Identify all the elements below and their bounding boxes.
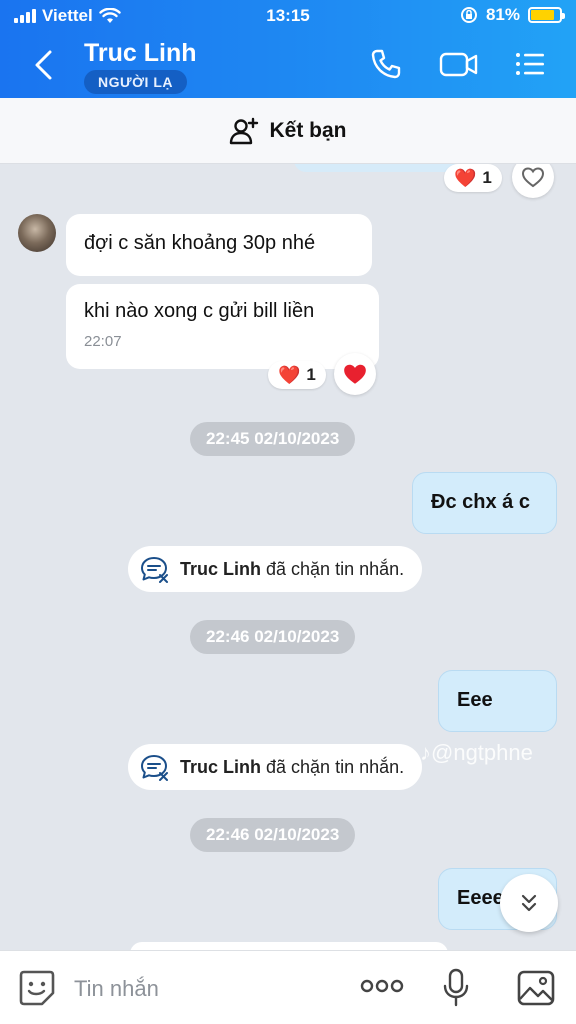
scroll-to-bottom-button[interactable] xyxy=(500,874,558,932)
add-user-icon xyxy=(230,117,259,145)
battery-icon xyxy=(528,7,565,23)
previous-sent-bubble xyxy=(294,164,464,172)
timestamp-divider: 22:46 02/10/2023 xyxy=(190,620,356,654)
sticker-icon[interactable] xyxy=(18,969,56,1007)
reaction-count: 1 xyxy=(306,365,316,384)
image-gallery-icon[interactable] xyxy=(516,969,556,1007)
system-notice-text: đã chặn tin nhắn. xyxy=(266,558,405,579)
next-system-notice xyxy=(130,942,448,950)
heart-reaction-icon: ❤️ xyxy=(278,364,301,385)
message-input[interactable]: Tin nhắn xyxy=(74,976,159,1002)
message-text: Eeee xyxy=(457,887,504,909)
heart-outline-icon xyxy=(521,167,545,188)
blocked-message-icon xyxy=(141,755,168,781)
message-text: Eee xyxy=(457,689,493,711)
watermark: ♪@ngtphne xyxy=(420,740,533,765)
stranger-badge: NGƯỜI LẠ xyxy=(84,70,187,94)
blocked-message-icon xyxy=(141,557,168,583)
status-bar: Viettel 13:15 81% xyxy=(0,0,576,32)
reaction-summary[interactable]: ❤️ 1 xyxy=(268,361,326,389)
timestamp-divider: 22:45 02/10/2023 xyxy=(190,422,356,456)
video-call-icon[interactable] xyxy=(438,46,480,82)
contact-name[interactable]: Truc Linh xyxy=(84,39,197,68)
message-text: khi nào xong c gửi bill liền xyxy=(84,300,315,322)
message-bubble[interactable]: đợi c săn khoảng 30p nhé xyxy=(66,214,372,276)
message-text: đợi c săn khoảng 30p nhé xyxy=(84,232,316,254)
system-notice-text: đã chặn tin nhắn. xyxy=(266,756,405,777)
system-notice: Truc Linh đã chặn tin nhắn. xyxy=(128,546,423,592)
system-notice-name: Truc Linh xyxy=(180,756,261,777)
message-bubble[interactable]: khi nào xong c gửi bill liền 22:07 xyxy=(66,284,379,369)
add-friend-label: Kết bạn xyxy=(269,119,347,142)
menu-list-icon[interactable] xyxy=(512,46,548,82)
add-friend-button[interactable]: Kết bạn xyxy=(0,98,576,164)
microphone-icon[interactable] xyxy=(440,967,472,1009)
avatar[interactable] xyxy=(18,214,56,252)
top-bar: Viettel 13:15 81% Truc Linh NGƯỜI LẠ xyxy=(0,0,576,98)
react-button[interactable] xyxy=(512,164,554,198)
rotation-lock-icon xyxy=(460,7,477,23)
message-bubble[interactable]: Eee xyxy=(438,670,557,732)
watermark-text: @ngtphne xyxy=(431,740,533,765)
double-chevron-down-icon xyxy=(521,894,537,912)
heart-reaction-icon: ❤️ xyxy=(454,167,477,188)
system-notice: Truc Linh đã chặn tin nhắn. xyxy=(128,744,423,790)
heart-filled-icon xyxy=(344,364,366,384)
message-time: 22:07 xyxy=(84,333,122,350)
message-list[interactable]: ❤️ 1 đợi c săn khoảng 30p nhé khi nào xo… xyxy=(0,164,576,950)
message-text: Đc chx á c xyxy=(431,491,530,513)
more-options-icon[interactable] xyxy=(360,977,404,995)
reaction-count: 1 xyxy=(482,168,492,187)
phone-call-icon[interactable] xyxy=(368,46,404,82)
message-composer: Tin nhắn xyxy=(0,950,576,1024)
react-button[interactable] xyxy=(334,353,376,395)
message-bubble[interactable]: Đc chx á c xyxy=(412,472,557,534)
back-arrow-icon[interactable] xyxy=(28,48,60,82)
reaction-summary[interactable]: ❤️ 1 xyxy=(444,164,502,192)
timestamp-divider: 22:46 02/10/2023 xyxy=(190,818,356,852)
system-notice-name: Truc Linh xyxy=(180,558,261,579)
battery-percent: 81% xyxy=(485,5,520,24)
